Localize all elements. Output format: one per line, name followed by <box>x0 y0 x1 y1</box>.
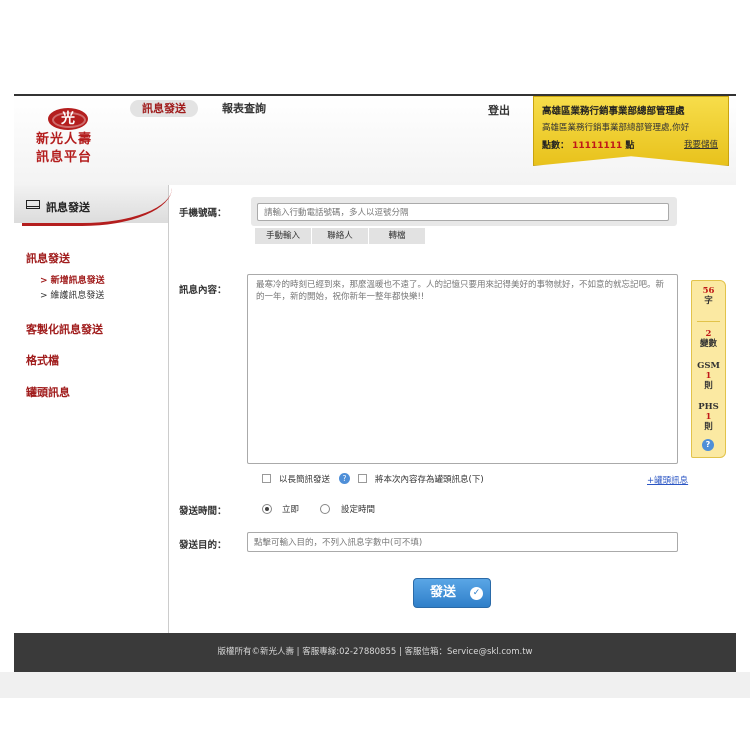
phs-count: PHS 1 則 <box>692 402 725 432</box>
points-unit: 點 <box>625 141 635 151</box>
sidebar-item-custom-send[interactable]: 客製化訊息發送 <box>26 321 103 337</box>
sidebar-header-title: 訊息發送 <box>46 201 90 214</box>
message-content-textarea[interactable]: 最寒冷的時刻已經到來，那麼溫暖也不遠了。人的記憶只要用來記得美好的事物就好，不如… <box>247 274 678 464</box>
logo-line2: 訊息平台 <box>36 150 93 165</box>
app-window: 光 新光人壽 訊息平台 訊息發送 報表查詢 登出 高雄區業務行銷事業部總部管理處… <box>14 94 736 672</box>
sidebar-item-message-send[interactable]: 訊息發送 <box>26 250 70 266</box>
content-label: 訊息內容： <box>179 285 227 296</box>
phs-unit: 則 <box>704 422 713 432</box>
send-button[interactable]: 發送 ✓ <box>413 578 491 608</box>
points-label: 點數： <box>542 141 570 151</box>
long-sms-label: 以長簡訊發送 <box>279 475 331 485</box>
sidebar: 訊息發送 訊息發送 > 新增訊息發送 > 維護訊息發送 客製化訊息發送 格式檔 … <box>14 185 172 633</box>
gsm-unit: 則 <box>704 381 713 391</box>
save-canned-label: 將本次內容存為罐頭訊息(下) <box>375 475 484 485</box>
footer: 版權所有©新光人壽 | 客服專線:02-27880855 | 客服信箱：Serv… <box>14 633 736 672</box>
gsm-count: GSM 1 則 <box>692 361 725 391</box>
var-count-unit: 變數 <box>699 339 717 349</box>
tab-file-convert[interactable]: 轉檔 <box>369 228 426 244</box>
logo-line1: 新光人壽 <box>36 132 93 147</box>
purpose-label: 發送目的： <box>179 540 227 551</box>
canned-message-link[interactable]: +罐頭訊息 <box>647 474 688 486</box>
var-count-value: 2 <box>705 329 712 339</box>
sidebar-header: 訊息發送 <box>14 185 172 226</box>
long-sms-help-icon[interactable]: ? <box>339 473 350 484</box>
char-count-unit: 字 <box>704 296 713 306</box>
sidebar-header-curve <box>22 185 172 226</box>
tab-contacts[interactable]: 聯絡人 <box>312 228 369 244</box>
char-count-value: 56 <box>702 286 715 296</box>
tab-message-send[interactable]: 訊息發送 <box>130 100 198 117</box>
welcome-text: 高雄區業務行銷事業部總部管理處,你好 <box>542 123 690 133</box>
phs-value: 1 <box>705 412 712 422</box>
send-schedule-radio[interactable] <box>320 504 330 514</box>
counter-help-icon[interactable]: ? <box>702 439 714 451</box>
phs-label: PHS <box>698 402 719 412</box>
send-button-label: 發送 <box>430 585 457 600</box>
sidebar-item-format-file[interactable]: 格式檔 <box>26 352 59 368</box>
send-now-label: 立即 <box>282 505 300 515</box>
check-icon: ✓ <box>470 587 483 600</box>
main-content: 手機號碼： 請輸入行動電話號碼，多人以逗號分隔 手動輸入 聯絡人 轉檔 訊息內容… <box>169 185 736 633</box>
gsm-label: GSM <box>697 361 720 371</box>
department-name: 高雄區業務行銷事業部總部管理處 <box>542 106 685 117</box>
phone-input[interactable]: 請輸入行動電話號碼，多人以逗號分隔 <box>257 203 669 221</box>
header: 光 新光人壽 訊息平台 訊息發送 報表查詢 登出 高雄區業務行銷事業部總部管理處… <box>14 96 736 185</box>
bottom-shadow-bar <box>0 672 750 698</box>
phone-label: 手機號碼： <box>179 208 227 219</box>
logo[interactable]: 光 新光人壽 訊息平台 <box>36 108 100 166</box>
tab-manual-input[interactable]: 手動輸入 <box>255 228 312 244</box>
save-canned-checkbox[interactable] <box>358 474 367 483</box>
message-counter: 56 字 2 變數 GSM 1 則 PHS 1 則 ? <box>691 280 726 458</box>
phone-input-box: 請輸入行動電話號碼，多人以逗號分隔 <box>251 197 677 226</box>
logout-button[interactable]: 登出 <box>488 102 510 118</box>
topup-link[interactable]: 我要儲值 <box>684 138 718 150</box>
sidebar-item-canned-message[interactable]: 罐頭訊息 <box>26 384 70 400</box>
counter-divider <box>697 321 720 322</box>
account-ribbon: 高雄區業務行銷事業部總部管理處 高雄區業務行銷事業部總部管理處,你好 點數： 1… <box>533 96 729 166</box>
envelope-icon <box>26 200 40 209</box>
send-schedule-label: 設定時間 <box>341 505 376 515</box>
sidebar-subitem-new-send[interactable]: > 新增訊息發送 <box>40 273 105 286</box>
logo-mark: 光 <box>48 108 88 130</box>
var-count: 2 變數 <box>692 329 725 349</box>
long-sms-checkbox[interactable] <box>262 474 271 483</box>
points-display: 點數： 11111111 點 <box>542 138 634 151</box>
send-now-radio[interactable] <box>262 504 272 514</box>
points-value: 11111111 <box>572 141 623 151</box>
char-count: 56 字 <box>692 286 725 306</box>
sidebar-subitem-maintain-send[interactable]: > 維護訊息發送 <box>40 288 104 301</box>
send-time-label: 發送時間： <box>179 506 227 517</box>
purpose-input[interactable]: 點擊可輸入目的，不列入訊息字數中(可不填) <box>247 532 678 552</box>
gsm-value: 1 <box>705 371 712 381</box>
tab-report-query[interactable]: 報表查詢 <box>222 100 266 117</box>
